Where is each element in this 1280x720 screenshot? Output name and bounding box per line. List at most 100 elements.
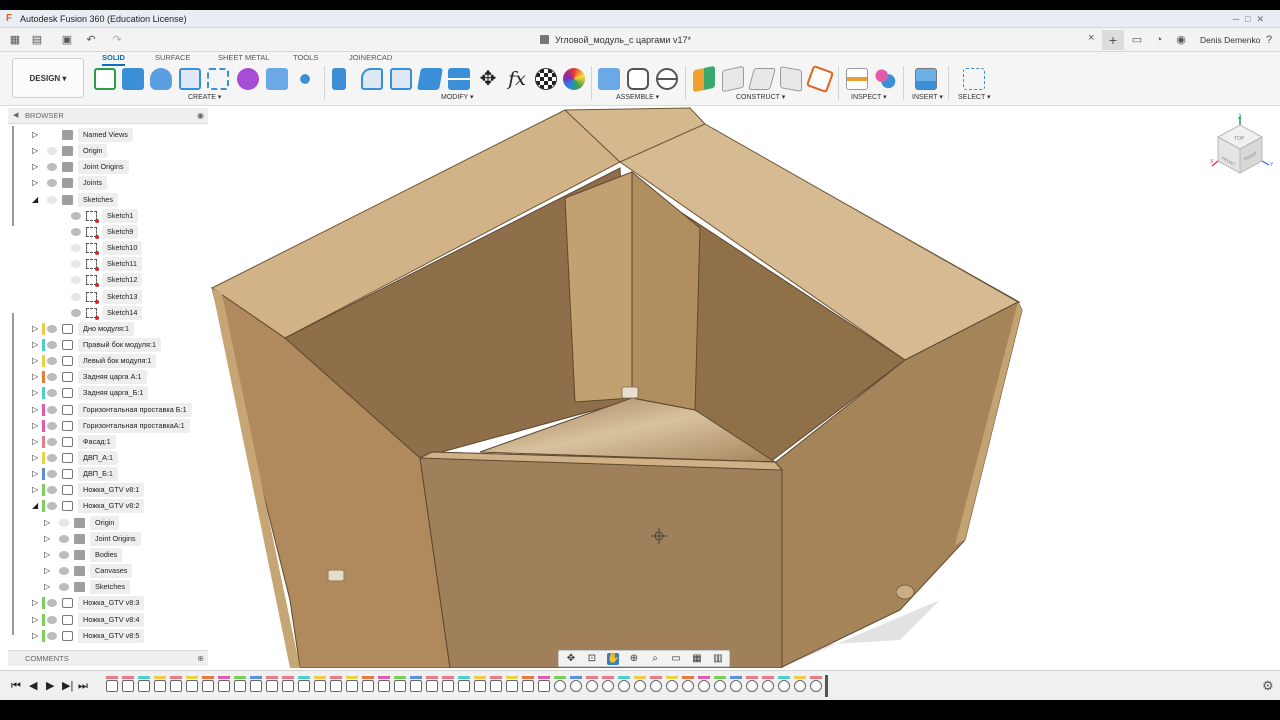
browser-item[interactable]: ◢ Sketches	[8, 192, 208, 208]
collapse-arrow-icon[interactable]: ◢	[32, 498, 40, 514]
browser-item[interactable]: ▷ Задняя царга_Б:1	[8, 385, 208, 401]
step-back-button[interactable]: ◀	[29, 679, 37, 693]
visibility-eye-icon[interactable]	[71, 244, 81, 253]
browser-item[interactable]: ▷ Joint Origins	[8, 159, 208, 175]
timeline-feature-icon[interactable]	[618, 680, 630, 692]
pan-icon[interactable]: ✋	[607, 653, 619, 665]
shell-icon[interactable]	[390, 68, 412, 90]
timeline-feature-icon[interactable]	[346, 680, 358, 692]
visibility-eye-icon[interactable]	[47, 470, 57, 479]
browser-item[interactable]: ▷ Named Views	[8, 127, 208, 143]
visibility-eye-icon[interactable]	[47, 502, 57, 511]
extrude-icon[interactable]	[122, 68, 144, 90]
fillet-icon[interactable]	[361, 68, 383, 90]
close-window-icon[interactable]: ✕	[1256, 14, 1270, 24]
form-icon[interactable]	[237, 68, 259, 90]
create-menu[interactable]: CREATE ▾	[188, 93, 221, 101]
tab-solid[interactable]: SOLID	[102, 53, 125, 66]
visibility-eye-icon[interactable]	[47, 486, 57, 495]
timeline-feature-icon[interactable]	[490, 680, 502, 692]
timeline-feature-icon[interactable]	[698, 680, 710, 692]
move-icon[interactable]: ✥	[477, 68, 499, 90]
expand-arrow-icon[interactable]: ▷	[32, 612, 40, 628]
expand-arrow-icon[interactable]: ▷	[32, 127, 40, 143]
revolve-icon[interactable]	[150, 68, 172, 90]
browser-item[interactable]: Sketch13	[8, 289, 208, 305]
timeline-feature-icon[interactable]	[378, 680, 390, 692]
browser-item[interactable]: Sketch11	[8, 256, 208, 272]
tab-joinercad[interactable]: JOINERCAD	[349, 53, 392, 62]
browser-item[interactable]: ▷ Правый бок модуля:1	[8, 337, 208, 353]
timeline-feature-icon[interactable]	[154, 680, 166, 692]
orbit-icon[interactable]: ✥	[565, 653, 577, 665]
browser-item[interactable]: ▷ Bodies	[8, 547, 208, 563]
select-window-icon[interactable]	[963, 68, 985, 90]
assemble-menu[interactable]: ASSEMBLE ▾	[616, 93, 659, 101]
document-tab[interactable]: Угловой_модуль_с царгами v17*	[540, 32, 691, 48]
timeline-feature-icon[interactable]	[794, 680, 806, 692]
timeline-feature-icon[interactable]	[282, 680, 294, 692]
3d-model-canvas[interactable]	[210, 106, 1280, 668]
timeline-feature-icon[interactable]	[202, 680, 214, 692]
tab-tools[interactable]: TOOLS	[293, 53, 318, 62]
timeline-feature-icon[interactable]	[442, 680, 454, 692]
timeline-feature-icon[interactable]	[362, 680, 374, 692]
browser-item[interactable]: ▷ Origin	[8, 515, 208, 531]
rectangular-pattern-icon[interactable]	[207, 68, 229, 90]
visibility-eye-icon[interactable]	[71, 260, 81, 269]
measure-icon[interactable]	[846, 68, 868, 90]
expand-arrow-icon[interactable]: ▷	[44, 515, 52, 531]
visibility-eye-icon[interactable]	[47, 179, 57, 188]
expand-arrow-icon[interactable]: ▷	[32, 353, 40, 369]
go-to-start-button[interactable]: ⏮	[11, 679, 21, 693]
timeline-feature-icon[interactable]	[474, 680, 486, 692]
step-forward-button[interactable]: ▶|	[62, 679, 73, 693]
timeline-feature-icon[interactable]	[106, 680, 118, 692]
pattern-icon[interactable]	[294, 68, 316, 90]
browser-item[interactable]: ▷ Origin	[8, 143, 208, 159]
expand-arrow-icon[interactable]: ▷	[32, 159, 40, 175]
browser-item[interactable]: Sketch1	[8, 208, 208, 224]
timeline-feature-icon[interactable]	[394, 680, 406, 692]
visibility-eye-icon[interactable]	[59, 583, 69, 592]
visibility-eye-icon[interactable]	[47, 599, 57, 608]
timeline-feature-icon[interactable]	[730, 680, 742, 692]
visibility-eye-icon[interactable]	[47, 631, 57, 640]
browser-item[interactable]: ▷ Дно модуля:1	[8, 321, 208, 337]
browser-item[interactable]: ◢ Ножка_GTV v8:2	[8, 498, 208, 514]
browser-item[interactable]: ▷ Ножка_GTV v8:3	[8, 595, 208, 611]
browser-item[interactable]: ▷ Ножка_GTV v8:5	[8, 628, 208, 644]
expand-arrow-icon[interactable]: ▷	[32, 595, 40, 611]
timeline-feature-icon[interactable]	[522, 680, 534, 692]
timeline-feature-icon[interactable]	[714, 680, 726, 692]
timeline-feature-icon[interactable]	[650, 680, 662, 692]
expand-arrow-icon[interactable]: ▷	[44, 547, 52, 563]
visibility-eye-icon[interactable]	[71, 227, 81, 236]
expand-arrow-icon[interactable]: ▷	[32, 369, 40, 385]
browser-item[interactable]: ▷ Фасад:1	[8, 434, 208, 450]
timeline-feature-icon[interactable]	[746, 680, 758, 692]
browser-item[interactable]: ▷ Ножка_GTV v8:1	[8, 482, 208, 498]
timeline-feature-icon[interactable]	[602, 680, 614, 692]
collapse-arrow-icon[interactable]: ◢	[32, 192, 40, 208]
expand-arrow-icon[interactable]: ▷	[44, 531, 52, 547]
visibility-eye-icon[interactable]	[47, 373, 57, 382]
browser-item[interactable]: ▷ Ножка_GTV v8:4	[8, 612, 208, 628]
visibility-eye-icon[interactable]	[59, 567, 69, 576]
browser-item[interactable]: Sketch12	[8, 272, 208, 288]
browser-item[interactable]: ▷ Joint Origins	[8, 531, 208, 547]
combine-icon[interactable]	[417, 68, 443, 90]
timeline-track[interactable]	[102, 675, 828, 697]
browser-item[interactable]: ▷ Задняя царга А:1	[8, 369, 208, 385]
look-at-icon[interactable]: ⊡	[586, 653, 598, 665]
timeline-feature-icon[interactable]	[314, 680, 326, 692]
timeline-feature-icon[interactable]	[250, 680, 262, 692]
viewports-icon[interactable]: ▥	[712, 653, 724, 665]
physical-material-icon[interactable]	[563, 68, 585, 90]
browser-item[interactable]: Sketch14	[8, 305, 208, 321]
zoom-icon[interactable]: ⌕	[649, 653, 661, 665]
expand-arrow-icon[interactable]: ▷	[32, 175, 40, 191]
expand-arrow-icon[interactable]: ▷	[32, 628, 40, 644]
browser-header[interactable]: ◀ BROWSER ◉	[8, 108, 208, 124]
browser-item[interactable]: ▷ ДВП_Б:1	[8, 466, 208, 482]
